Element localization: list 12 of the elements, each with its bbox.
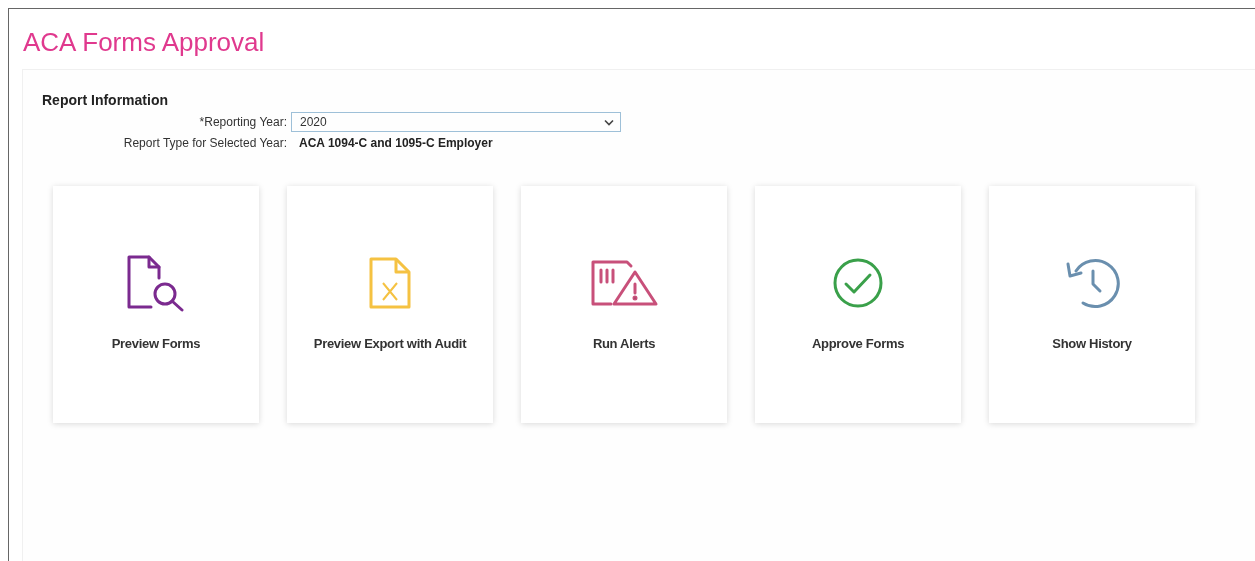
reporting-year-dropdown[interactable]: 2020: [291, 112, 621, 132]
field-label: Report Type for Selected Year:: [122, 136, 287, 150]
report-type-value: ACA 1094-C and 1095-C Employer: [298, 136, 494, 150]
field-label: *Reporting Year:: [198, 115, 287, 129]
action-tile[interactable]: Run Alerts: [521, 186, 727, 423]
action-tile[interactable]: Preview Export with Audit: [287, 186, 493, 423]
page-title: ACA Forms Approval: [22, 26, 266, 59]
action-tile[interactable]: Approve Forms: [755, 186, 961, 423]
chevron-down-icon: [604, 118, 614, 126]
section-heading: Report Information: [42, 92, 169, 108]
action-tile[interactable]: Preview Forms: [53, 186, 259, 423]
action-tile[interactable]: Show History: [989, 186, 1195, 423]
